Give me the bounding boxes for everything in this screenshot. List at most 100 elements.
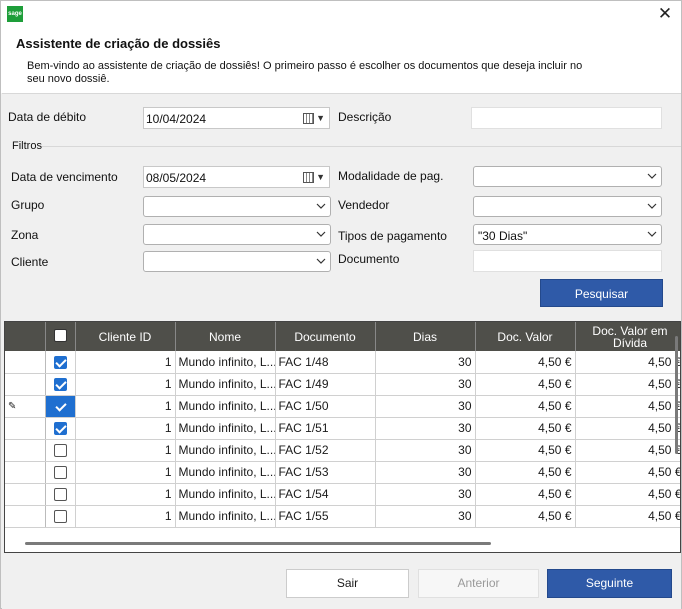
cell-doc-value[interactable]: 4,50 € <box>475 505 576 528</box>
payment-mode-select[interactable] <box>473 166 662 187</box>
cell-days[interactable]: 30 <box>375 505 476 528</box>
cell-document[interactable]: FAC 1/49 <box>275 373 376 396</box>
cell-document[interactable]: FAC 1/54 <box>275 483 376 506</box>
cell-document[interactable]: FAC 1/51 <box>275 417 376 440</box>
documents-grid[interactable]: Cliente ID Nome Documento Dias Doc. Valo… <box>4 321 681 553</box>
row-checkbox[interactable] <box>53 510 67 524</box>
cell-name[interactable]: Mundo infinito, L... <box>175 483 276 506</box>
cell-days[interactable]: 30 <box>375 417 476 440</box>
row-checkbox[interactable] <box>53 378 67 392</box>
next-button[interactable]: Seguinte <box>547 569 672 598</box>
exit-button[interactable]: Sair <box>286 569 409 598</box>
payment-types-select[interactable]: "30 Dias" <box>473 224 662 245</box>
cell-name[interactable]: Mundo infinito, L... <box>175 395 276 418</box>
group-select[interactable] <box>143 196 331 217</box>
cell-name[interactable]: Mundo infinito, L... <box>175 417 276 440</box>
cell-doc-value[interactable]: 4,50 € <box>475 439 576 462</box>
previous-button[interactable]: Anterior <box>418 569 539 598</box>
cell-client-id[interactable]: 1 <box>75 483 176 506</box>
table-row[interactable]: 1 Mundo infinito, L... FAC 1/54 30 4,50 €4,5… <box>5 483 680 506</box>
cell-doc-value[interactable]: 4,50 € <box>475 417 576 440</box>
cell-name[interactable]: Mundo infinito, L... <box>175 439 276 462</box>
table-row[interactable]: 1 Mundo infinito, L... FAC 1/52 30 4,50 €4,5… <box>5 439 680 462</box>
column-header-doc-value[interactable]: Doc. Valor <box>475 322 576 351</box>
table-row[interactable]: ✎ 1 Mundo infinito, L... FAC 1/50 30 4,50 €4,… <box>5 395 680 418</box>
cell-debt-value[interactable]: 4,50 € <box>575 395 680 418</box>
column-header-debt-value[interactable]: Doc. Valor em Dívida <box>575 322 680 351</box>
cell-name[interactable]: Mundo infinito, L... <box>175 373 276 396</box>
row-checkbox-cell[interactable] <box>45 483 76 506</box>
row-checkbox-cell[interactable] <box>45 439 76 462</box>
row-checkbox[interactable] <box>53 355 67 369</box>
row-checkbox[interactable] <box>53 444 67 458</box>
dropdown-arrow-icon[interactable]: ▼ <box>316 172 325 182</box>
cell-client-id[interactable]: 1 <box>75 351 176 374</box>
row-checkbox-cell[interactable] <box>45 417 76 440</box>
row-checkbox-cell[interactable] <box>45 505 76 528</box>
row-checkbox-cell[interactable] <box>45 461 76 484</box>
cell-debt-value[interactable]: 4,50 € <box>575 417 680 440</box>
cell-doc-value[interactable]: 4,50 € <box>475 483 576 506</box>
table-row[interactable]: 1 Mundo infinito, L... FAC 1/51 30 4,50 €4,5… <box>5 417 680 440</box>
cell-name[interactable]: Mundo infinito, L... <box>175 351 276 374</box>
column-header-document[interactable]: Documento <box>275 322 376 351</box>
cell-debt-value[interactable]: 4,50 € <box>575 439 680 462</box>
cell-debt-value[interactable]: 4,50 € <box>575 483 680 506</box>
horizontal-scrollbar[interactable] <box>25 542 491 545</box>
cell-days[interactable]: 30 <box>375 373 476 396</box>
row-checkbox-cell[interactable] <box>45 373 76 396</box>
debit-date-picker[interactable]: 10/04/2024 ▼ <box>143 107 330 129</box>
dropdown-arrow-icon[interactable]: ▼ <box>316 113 325 123</box>
calendar-icon[interactable] <box>303 113 314 124</box>
table-row[interactable]: 1 Mundo infinito, L... FAC 1/53 30 4,50 €4,5… <box>5 461 680 484</box>
cell-doc-value[interactable]: 4,50 € <box>475 373 576 396</box>
cell-name[interactable]: Mundo infinito, L... <box>175 505 276 528</box>
cell-days[interactable]: 30 <box>375 461 476 484</box>
cell-client-id[interactable]: 1 <box>75 439 176 462</box>
client-select[interactable] <box>143 251 331 272</box>
table-row[interactable]: 1 Mundo infinito, L... FAC 1/48 30 4,50 €4,5… <box>5 351 680 374</box>
table-row[interactable]: 1 Mundo infinito, L... FAC 1/55 30 4,50 €4,5… <box>5 505 680 528</box>
cell-days[interactable]: 30 <box>375 439 476 462</box>
select-all-checkbox[interactable] <box>53 329 67 342</box>
cell-client-id[interactable]: 1 <box>75 461 176 484</box>
document-input[interactable] <box>473 250 662 272</box>
cell-client-id[interactable]: 1 <box>75 417 176 440</box>
row-checkbox[interactable] <box>53 466 67 480</box>
cell-doc-value[interactable]: 4,50 € <box>475 461 576 484</box>
cell-client-id[interactable]: 1 <box>75 505 176 528</box>
due-date-picker[interactable]: 08/05/2024 ▼ <box>143 166 330 188</box>
zone-select[interactable] <box>143 224 331 245</box>
cell-doc-value[interactable]: 4,50 € <box>475 395 576 418</box>
row-checkbox[interactable] <box>53 400 67 414</box>
row-checkbox[interactable] <box>53 422 67 436</box>
cell-document[interactable]: FAC 1/53 <box>275 461 376 484</box>
search-button[interactable]: Pesquisar <box>540 279 663 307</box>
row-checkbox-cell[interactable] <box>45 395 76 418</box>
table-row[interactable]: 1 Mundo infinito, L... FAC 1/49 30 4,50 €4,5… <box>5 373 680 396</box>
cell-document[interactable]: FAC 1/50 <box>275 395 376 418</box>
row-checkbox-cell[interactable] <box>45 351 76 374</box>
cell-debt-value[interactable]: 4,50 € <box>575 461 680 484</box>
cell-days[interactable]: 30 <box>375 351 476 374</box>
column-header-client-id[interactable]: Cliente ID <box>75 322 176 351</box>
cell-client-id[interactable]: 1 <box>75 373 176 396</box>
calendar-icon[interactable] <box>303 172 314 183</box>
description-input[interactable] <box>471 107 662 129</box>
cell-days[interactable]: 30 <box>375 395 476 418</box>
cell-debt-value[interactable]: 4,50 € <box>575 351 680 374</box>
cell-document[interactable]: FAC 1/48 <box>275 351 376 374</box>
close-icon[interactable]: ✕ <box>653 3 677 25</box>
column-header-name[interactable]: Nome <box>175 322 276 351</box>
cell-debt-value[interactable]: 4,50 € <box>575 505 680 528</box>
cell-days[interactable]: 30 <box>375 483 476 506</box>
seller-select[interactable] <box>473 196 662 217</box>
cell-client-id[interactable]: 1 <box>75 395 176 418</box>
cell-document[interactable]: FAC 1/55 <box>275 505 376 528</box>
cell-name[interactable]: Mundo infinito, L... <box>175 461 276 484</box>
cell-document[interactable]: FAC 1/52 <box>275 439 376 462</box>
cell-doc-value[interactable]: 4,50 € <box>475 351 576 374</box>
select-all-header[interactable] <box>45 322 76 351</box>
vertical-scrollbar[interactable] <box>675 336 678 454</box>
row-checkbox[interactable] <box>53 488 67 502</box>
